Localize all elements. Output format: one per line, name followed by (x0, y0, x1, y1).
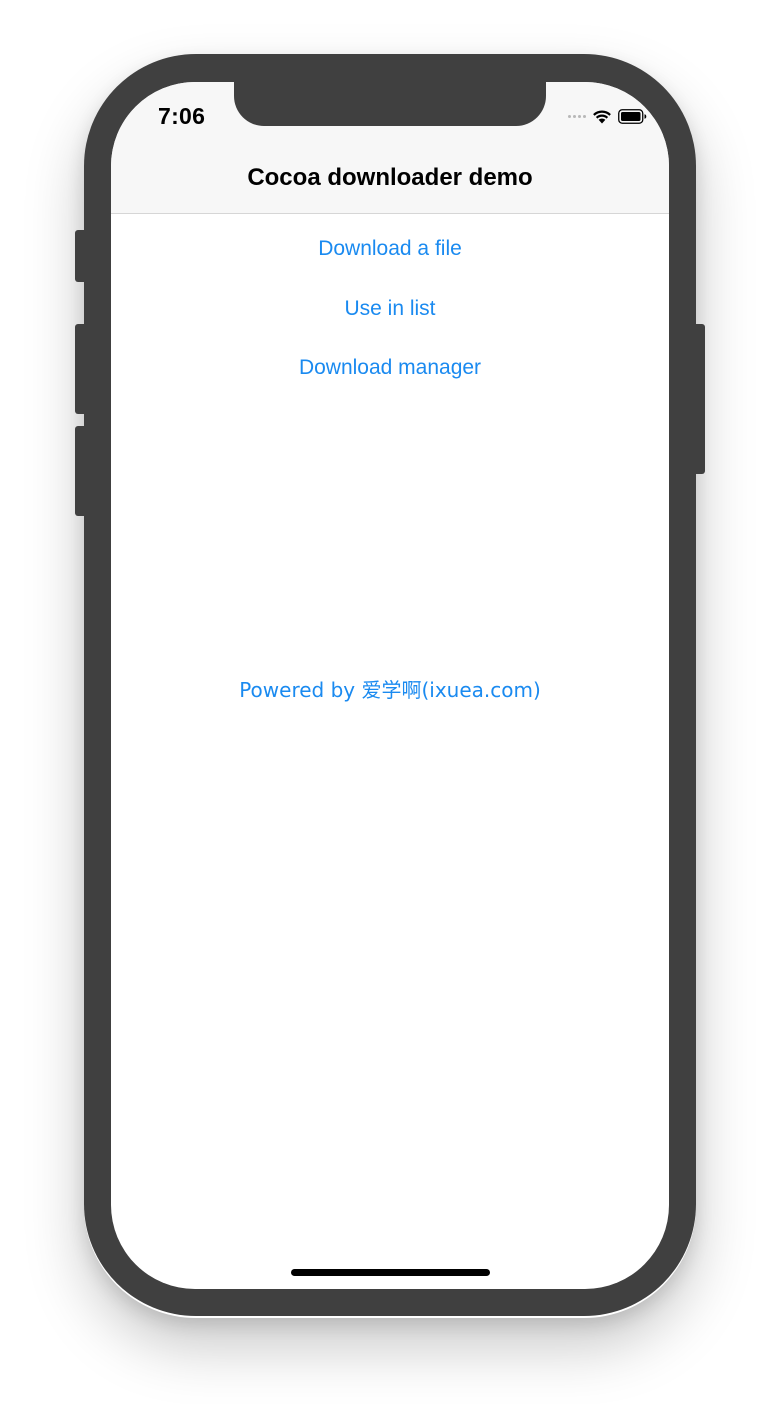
home-indicator[interactable] (291, 1269, 490, 1276)
download-file-button[interactable]: Download a file (111, 237, 669, 261)
device-notch (234, 82, 546, 126)
page-title: Cocoa downloader demo (247, 164, 533, 191)
signal-dots-icon (568, 114, 586, 118)
download-manager-button[interactable]: Download manager (111, 356, 669, 380)
powered-by-link[interactable]: Powered by 爱学啊(ixuea.com) (111, 674, 669, 703)
battery-icon (618, 108, 647, 124)
status-icons (568, 106, 647, 126)
status-time: 7:06 (158, 103, 206, 129)
wifi-icon (593, 110, 611, 124)
device-screen: 7:06 Cocoa downloader demo Download a fi… (111, 82, 669, 1289)
use-in-list-button[interactable]: Use in list (111, 297, 669, 321)
